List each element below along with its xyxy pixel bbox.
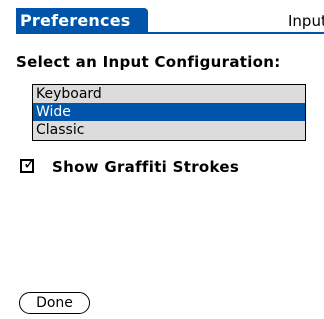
list-item-label: Keyboard	[36, 86, 102, 102]
title-rule	[16, 32, 324, 34]
show-graffiti-strokes-checkbox[interactable]: ✓	[20, 154, 37, 173]
list-item-label: Classic	[36, 122, 85, 138]
show-graffiti-strokes-label: Show Graffiti Strokes	[52, 158, 240, 176]
category-picker[interactable]: Input	[288, 10, 324, 32]
title-tab[interactable]: Preferences	[16, 8, 148, 34]
list-item-label: Wide	[36, 104, 71, 120]
done-button[interactable]: Done	[19, 292, 90, 314]
list-item-keyboard[interactable]: Keyboard	[33, 85, 305, 103]
list-item-classic[interactable]: Classic	[33, 121, 305, 139]
input-config-prompt: Select an Input Configuration:	[16, 53, 281, 71]
page-title: Preferences	[20, 11, 131, 30]
list-item-wide[interactable]: Wide	[33, 103, 305, 121]
input-config-list[interactable]: Keyboard Wide Classic	[32, 84, 306, 141]
checkmark-icon: ✓	[23, 154, 37, 173]
